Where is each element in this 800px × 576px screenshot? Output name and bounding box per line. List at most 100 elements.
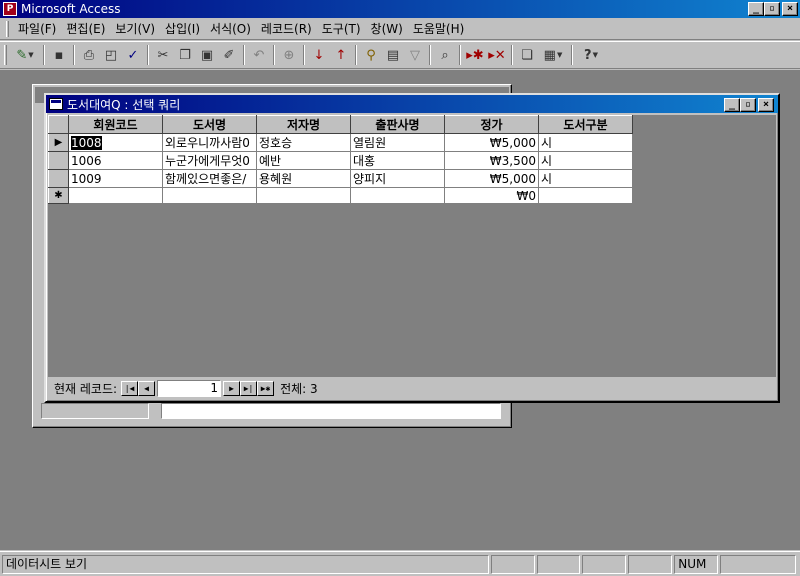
menu-tools[interactable]: 도구(T) xyxy=(317,20,366,37)
minimize-button[interactable]: _ xyxy=(748,2,764,16)
print-button[interactable]: ⎙ xyxy=(78,44,100,66)
table-cell[interactable] xyxy=(256,187,351,204)
menu-view[interactable]: 보기(V) xyxy=(110,20,160,37)
column-header-price[interactable]: 정가 xyxy=(444,115,539,134)
print-preview-icon: ◰ xyxy=(104,47,118,63)
table-cell[interactable]: 시 xyxy=(538,151,633,170)
menu-edit[interactable]: 편집(E) xyxy=(61,20,110,37)
toolbar-separator xyxy=(243,45,245,65)
table-cell[interactable]: 시 xyxy=(538,133,633,152)
table-cell[interactable] xyxy=(162,187,257,204)
table-cell[interactable]: 대홍 xyxy=(350,151,445,170)
new-object-button[interactable]: ▦ ▼ xyxy=(538,44,568,66)
design-view-button[interactable]: ✎ ▼ xyxy=(10,44,40,66)
table-cell[interactable]: ₩3,500 xyxy=(444,151,539,170)
cut-button[interactable]: ✂ xyxy=(152,44,174,66)
apply-filter-icon: ▽ xyxy=(410,47,420,63)
access-app-icon[interactable]: P xyxy=(3,2,17,16)
filter-by-selection-button[interactable]: ⚲ xyxy=(360,44,382,66)
column-header-member-code[interactable]: 회원코드 xyxy=(68,115,163,134)
table-cell[interactable] xyxy=(538,187,633,204)
table-cell[interactable]: 1009 xyxy=(68,169,163,188)
apply-filter-button[interactable]: ▽ xyxy=(404,44,426,66)
column-header-publisher[interactable]: 출판사명 xyxy=(350,115,445,134)
table-cell[interactable] xyxy=(68,187,163,204)
table-cell[interactable]: 예반 xyxy=(256,151,351,170)
next-record-button[interactable]: ▶ xyxy=(223,380,241,396)
last-record-button[interactable]: ▶| xyxy=(240,380,258,396)
spelling-button[interactable]: ✓ xyxy=(122,44,144,66)
new-record-nav-button[interactable]: ▶✱ xyxy=(257,380,275,396)
column-header-category[interactable]: 도서구분 xyxy=(538,115,633,134)
current-record-input[interactable]: 1 xyxy=(157,379,222,397)
design-view-icon: ✎ xyxy=(16,47,28,63)
table-cell[interactable]: 1008 xyxy=(68,133,163,152)
status-text: 데이터시트 보기 xyxy=(2,554,489,574)
save-button[interactable]: ▪ xyxy=(48,44,70,66)
menu-insert[interactable]: 삽입(I) xyxy=(160,20,205,37)
filter-by-form-button[interactable]: ▤ xyxy=(382,44,404,66)
new-record-button[interactable]: ▸✱ xyxy=(464,44,486,66)
copy-button[interactable]: ❐ xyxy=(174,44,196,66)
database-window-button[interactable]: ❏ xyxy=(516,44,538,66)
menubar-grip[interactable] xyxy=(6,20,9,37)
record-selector[interactable] xyxy=(48,151,69,170)
table-row: 1006 누군가에게무엇0 예반 대홍 ₩3,500 시 xyxy=(48,151,633,170)
column-header-author[interactable]: 저자명 xyxy=(256,115,351,134)
table-cell[interactable]: 열림원 xyxy=(350,133,445,152)
query-datasheet-window[interactable]: 도서대여Q : 선택 쿼리 _ ▫ × 회원코드 도서명 저자명 출판사명 정가 xyxy=(44,93,780,403)
toolbar-separator xyxy=(303,45,305,65)
undo-button[interactable]: ↶ xyxy=(248,44,270,66)
chevron-down-icon: ▼ xyxy=(28,51,34,59)
table-cell[interactable]: ₩5,000 xyxy=(444,169,539,188)
sort-descending-button[interactable]: ↑ xyxy=(330,44,352,66)
menu-records[interactable]: 레코드(R) xyxy=(256,20,317,37)
table-cell[interactable]: 함께있으면좋은/ xyxy=(162,169,257,188)
toolbar-separator xyxy=(459,45,461,65)
close-button[interactable]: × xyxy=(782,2,798,16)
print-preview-button[interactable]: ◰ xyxy=(100,44,122,66)
datasheet-grid-area[interactable]: 회원코드 도서명 저자명 출판사명 정가 도서구분 ▶ 1008 외로우니까사람… xyxy=(48,115,776,377)
status-panel-extra xyxy=(720,554,796,574)
database-window-icon: ❏ xyxy=(521,47,533,63)
previous-record-button[interactable]: ◀ xyxy=(138,380,156,396)
query-minimize-button[interactable]: _ xyxy=(724,98,740,112)
table-cell[interactable]: 1006 xyxy=(68,151,163,170)
table-cell[interactable] xyxy=(350,187,445,204)
format-painter-button[interactable]: ✐ xyxy=(218,44,240,66)
paste-button[interactable]: ▣ xyxy=(196,44,218,66)
query-close-button[interactable]: × xyxy=(758,98,774,112)
table-cell[interactable]: 양피지 xyxy=(350,169,445,188)
toolbar-grip[interactable] xyxy=(4,45,7,65)
table-cell[interactable]: 용혜원 xyxy=(256,169,351,188)
app-title-bar: P Microsoft Access _ ▫ × xyxy=(0,0,800,18)
status-bar: 데이터시트 보기 NUM xyxy=(0,551,800,576)
query-window-controls: _ ▫ × xyxy=(724,98,774,112)
delete-record-button[interactable]: ▸✕ xyxy=(486,44,508,66)
delete-record-icon: ▸✕ xyxy=(488,47,506,63)
menu-file[interactable]: 파일(F) xyxy=(13,20,61,37)
menu-format[interactable]: 서식(O) xyxy=(205,20,256,37)
table-cell[interactable]: 시 xyxy=(538,169,633,188)
column-header-book-title[interactable]: 도서명 xyxy=(162,115,257,134)
current-record-selector[interactable]: ▶ xyxy=(48,133,69,152)
table-cell[interactable]: ₩0 xyxy=(444,187,539,204)
first-record-button[interactable]: |◀ xyxy=(121,380,139,396)
table-cell[interactable]: 외로우니까사람0 xyxy=(162,133,257,152)
select-all-corner[interactable] xyxy=(48,115,69,134)
paste-icon: ▣ xyxy=(200,47,214,63)
record-selector[interactable] xyxy=(48,169,69,188)
table-cell[interactable]: 정호승 xyxy=(256,133,351,152)
find-button[interactable]: ⌕ xyxy=(434,44,456,66)
query-window-title-bar[interactable]: 도서대여Q : 선택 쿼리 _ ▫ × xyxy=(46,95,778,113)
menu-window[interactable]: 창(W) xyxy=(366,20,408,37)
table-cell[interactable]: ₩5,000 xyxy=(444,133,539,152)
help-button[interactable]: ? ▼ xyxy=(576,44,606,66)
sort-ascending-button[interactable]: ↓ xyxy=(308,44,330,66)
hyperlink-button[interactable]: ⊕ xyxy=(278,44,300,66)
new-record-selector[interactable]: ✱ xyxy=(48,187,69,204)
menu-help[interactable]: 도움말(H) xyxy=(408,20,470,37)
table-cell[interactable]: 누군가에게무엇0 xyxy=(162,151,257,170)
query-restore-button[interactable]: ▫ xyxy=(740,98,756,112)
restore-button[interactable]: ▫ xyxy=(764,2,780,16)
